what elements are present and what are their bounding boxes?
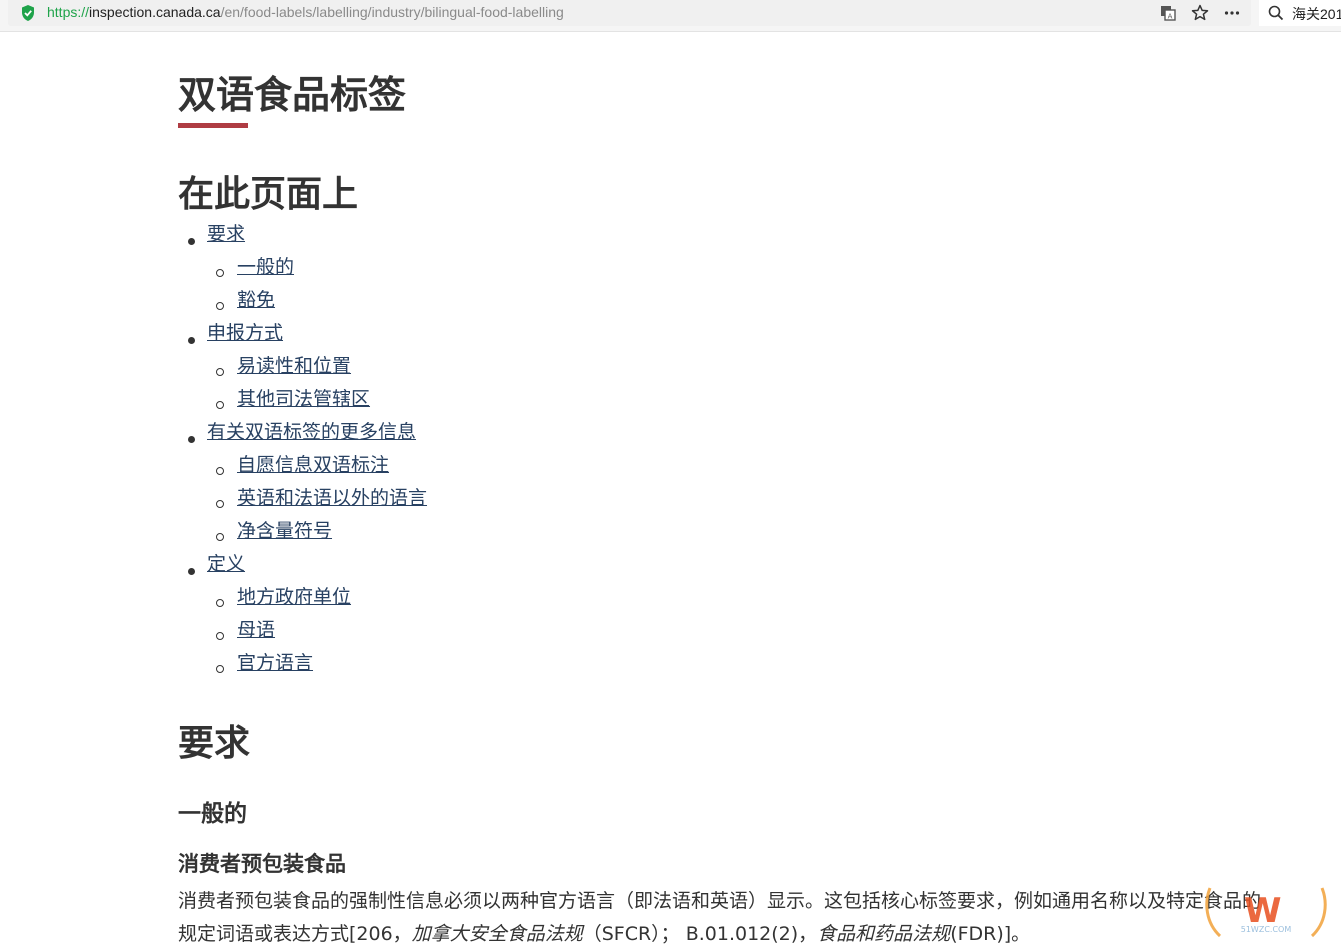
watermark-text: 51WZC.COM bbox=[1241, 925, 1292, 934]
url-text[interactable]: https://inspection.canada.ca/en/food-lab… bbox=[47, 4, 564, 20]
address-bar[interactable]: https://inspection.canada.ca/en/food-lab… bbox=[8, 0, 1251, 26]
toc-item-other-languages[interactable]: 英语和法语以外的语言 bbox=[237, 486, 427, 510]
toc-link-mother-tongue[interactable]: 母语 bbox=[237, 619, 275, 641]
secure-shield-icon bbox=[20, 4, 36, 22]
toc-link-general[interactable]: 一般的 bbox=[237, 256, 294, 278]
paragraph-line-2c: (FDR)]。 bbox=[950, 923, 1031, 945]
url-path: /en/food-labels/labelling/industry/bilin… bbox=[220, 4, 564, 20]
bullet bbox=[188, 436, 195, 443]
url-host: inspection.canada.ca bbox=[89, 4, 221, 20]
search-text: 海关201 bbox=[1292, 6, 1341, 22]
paragraph-line-2a: 规定词语或表达方式[206， bbox=[178, 923, 412, 945]
toc-link-definitions[interactable]: 定义 bbox=[207, 553, 245, 575]
toc-link-exemptions[interactable]: 豁免 bbox=[237, 289, 275, 311]
bullet bbox=[216, 599, 224, 607]
search-icon bbox=[1267, 4, 1285, 22]
toc-item-exemptions[interactable]: 豁免 bbox=[237, 288, 275, 312]
translate-icon[interactable]: A bbox=[1158, 3, 1178, 23]
toc-link-more-info[interactable]: 有关双语标签的更多信息 bbox=[207, 421, 416, 443]
bullet bbox=[216, 368, 224, 376]
toc-item-definitions[interactable]: 定义 bbox=[207, 552, 245, 576]
bullet bbox=[188, 568, 195, 575]
bullet bbox=[216, 533, 224, 541]
toc-link-other-jurisdictions[interactable]: 其他司法管辖区 bbox=[237, 388, 370, 410]
toc-link-local-government-unit[interactable]: 地方政府单位 bbox=[237, 586, 351, 608]
sfcr-citation: 加拿大安全食品法规 bbox=[411, 923, 583, 945]
fdr-citation: 食品和药品法规 bbox=[817, 923, 951, 945]
url-scheme: https:// bbox=[47, 4, 90, 20]
bookmark-star-icon[interactable] bbox=[1190, 3, 1210, 23]
bullet bbox=[216, 401, 224, 409]
bullet bbox=[216, 632, 224, 640]
toc-link-other-languages[interactable]: 英语和法语以外的语言 bbox=[237, 487, 427, 509]
title-underline bbox=[178, 123, 248, 128]
toc-item-net-quantity-symbols[interactable]: 净含量符号 bbox=[237, 519, 332, 543]
svg-text:A: A bbox=[1168, 13, 1173, 21]
paragraph-line-1: 消费者预包装食品的强制性信息必须以两种官方语言（即法语和英语）显示。这包括核心标… bbox=[178, 890, 1262, 912]
bullet bbox=[188, 337, 195, 344]
toc-item-legibility-location[interactable]: 易读性和位置 bbox=[237, 354, 351, 378]
paragraph-line-2b: （SFCR）； B.01.012(2)， bbox=[582, 923, 818, 945]
page-title: 双语食品标签 bbox=[178, 73, 407, 117]
toc-item-manner-of-declaration[interactable]: 申报方式 bbox=[207, 321, 283, 345]
toc-item-more-info[interactable]: 有关双语标签的更多信息 bbox=[207, 420, 416, 444]
toc-item-requirements[interactable]: 要求 bbox=[207, 222, 245, 246]
toc-link-legibility-location[interactable]: 易读性和位置 bbox=[237, 355, 351, 377]
section-heading-requirements: 要求 bbox=[178, 723, 251, 764]
bullet bbox=[216, 302, 224, 310]
toc-item-local-government-unit[interactable]: 地方政府单位 bbox=[237, 585, 351, 609]
toc-link-net-quantity-symbols[interactable]: 净含量符号 bbox=[237, 520, 332, 542]
more-options-icon[interactable] bbox=[1222, 3, 1242, 23]
toc-item-general[interactable]: 一般的 bbox=[237, 255, 294, 279]
bullet bbox=[188, 238, 195, 245]
toc-item-official-languages[interactable]: 官方语言 bbox=[237, 651, 313, 675]
toc-link-manner-of-declaration[interactable]: 申报方式 bbox=[207, 322, 283, 344]
toc-item-mother-tongue[interactable]: 母语 bbox=[237, 618, 275, 642]
bullet bbox=[216, 500, 224, 508]
body-paragraph: 消费者预包装食品的强制性信息必须以两种官方语言（即法语和英语）显示。这包括核心标… bbox=[178, 885, 1328, 951]
bullet bbox=[216, 467, 224, 475]
browser-toolbar: https://inspection.canada.ca/en/food-lab… bbox=[0, 0, 1341, 32]
search-box[interactable]: 海关201 bbox=[1259, 0, 1341, 26]
toc-item-voluntary-info[interactable]: 自愿信息双语标注 bbox=[237, 453, 389, 477]
watermark-logo: W 51WZC.COM bbox=[1200, 878, 1332, 946]
toc-link-voluntary-info[interactable]: 自愿信息双语标注 bbox=[237, 454, 389, 476]
toc-link-official-languages[interactable]: 官方语言 bbox=[237, 652, 313, 674]
toc-link-requirements[interactable]: 要求 bbox=[207, 223, 245, 245]
bullet bbox=[216, 665, 224, 673]
subsection-heading-general: 一般的 bbox=[178, 801, 247, 827]
bullet bbox=[216, 269, 224, 277]
subsubsection-heading-consumer-prepackaged: 消费者预包装食品 bbox=[178, 852, 346, 876]
toc-heading: 在此页面上 bbox=[178, 174, 359, 215]
toc-item-other-jurisdictions[interactable]: 其他司法管辖区 bbox=[237, 387, 370, 411]
